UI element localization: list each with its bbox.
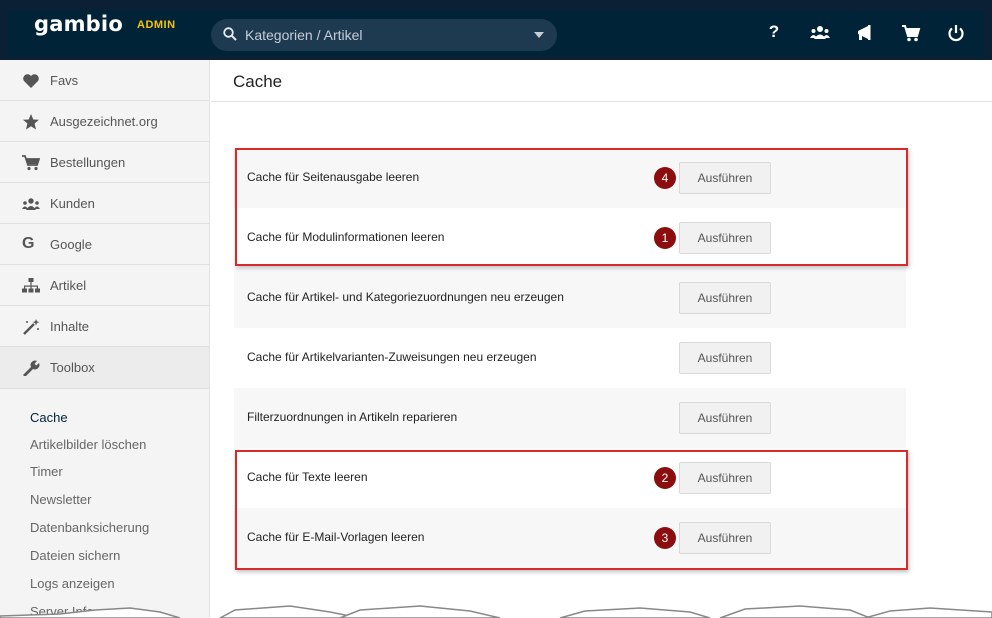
page-header: Cache bbox=[211, 60, 992, 102]
submenu-item-newsletter[interactable]: Newsletter bbox=[30, 492, 91, 507]
highlight-box bbox=[235, 148, 908, 266]
highlight-box bbox=[235, 450, 908, 570]
cache-row-label: Cache für Artikel- und Kategoriezuordnun… bbox=[247, 290, 564, 304]
cache-row: Cache für Artikel- und Kategoriezuordnun… bbox=[234, 268, 906, 328]
sidebar-item-label: Bestellungen bbox=[50, 155, 126, 170]
heart-icon bbox=[23, 74, 39, 88]
sidebar-item-bestellungen[interactable]: Bestellungen bbox=[0, 142, 209, 183]
megaphone-icon[interactable] bbox=[856, 24, 876, 42]
sidebar-item-label: Kunden bbox=[50, 196, 95, 211]
sidebar-item-label: Inhalte bbox=[50, 319, 90, 334]
cache-row-label: Cache für Artikelvarianten-Zuweisungen n… bbox=[247, 350, 537, 364]
google-icon: G bbox=[22, 235, 35, 252]
search-box[interactable] bbox=[211, 19, 557, 51]
sidebar-item-label: Artikel bbox=[50, 278, 87, 293]
help-icon[interactable]: ? bbox=[764, 22, 784, 41]
submenu-item-artikelbilder[interactable]: Artikelbilder löschen bbox=[30, 437, 146, 452]
sidebar-item-label: Toolbox bbox=[50, 360, 95, 375]
sidebar-item-artikel[interactable]: Artikel bbox=[0, 265, 209, 306]
sidebar-item-inhalte[interactable]: Inhalte bbox=[0, 306, 209, 347]
sidebar-item-favs[interactable]: Favs bbox=[0, 60, 209, 101]
run-button[interactable]: Ausführen bbox=[679, 402, 771, 434]
sidebar-item-kunden[interactable]: Kunden bbox=[0, 183, 209, 224]
cart-icon[interactable] bbox=[901, 24, 921, 42]
logo[interactable]: gambio bbox=[34, 12, 123, 36]
chevron-down-icon[interactable] bbox=[534, 32, 544, 38]
magic-wand-icon bbox=[23, 319, 40, 335]
submenu-item-dateien-sichern[interactable]: Dateien sichern bbox=[30, 548, 120, 563]
sidebar-item-label: Google bbox=[50, 237, 92, 252]
run-button[interactable]: Ausführen bbox=[679, 282, 771, 314]
cart-icon bbox=[22, 155, 40, 171]
sitemap-icon bbox=[22, 278, 40, 293]
cache-row: Filterzuordnungen in Artikeln reparieren… bbox=[234, 388, 906, 448]
sidebar: Favs Ausgezeichnet.org Bestellungen Kund… bbox=[0, 60, 210, 618]
sidebar-item-label: Ausgezeichnet.org bbox=[50, 114, 158, 129]
page-title: Cache bbox=[233, 72, 283, 91]
torn-edge bbox=[0, 605, 992, 618]
top-bar: gambio ADMIN ? bbox=[0, 0, 992, 60]
star-icon bbox=[23, 114, 39, 130]
cache-row: Cache für Artikelvarianten-Zuweisungen n… bbox=[234, 328, 906, 388]
search-input[interactable] bbox=[245, 19, 525, 51]
submenu-item-cache[interactable]: Cache bbox=[30, 410, 68, 425]
submenu-item-datenbanksicherung[interactable]: Datenbanksicherung bbox=[30, 520, 149, 535]
admin-badge: ADMIN bbox=[137, 19, 176, 31]
power-icon[interactable] bbox=[946, 24, 966, 42]
submenu-item-logs[interactable]: Logs anzeigen bbox=[30, 576, 115, 591]
sidebar-item-google[interactable]: G Google bbox=[0, 224, 209, 265]
sidebar-item-label: Favs bbox=[50, 73, 79, 88]
search-icon bbox=[223, 27, 237, 41]
sidebar-item-ausgezeichnet[interactable]: Ausgezeichnet.org bbox=[0, 101, 209, 142]
wrench-icon bbox=[23, 360, 40, 376]
users-icon[interactable] bbox=[810, 24, 830, 42]
run-button[interactable]: Ausführen bbox=[679, 342, 771, 374]
cache-row-label: Filterzuordnungen in Artikeln reparieren bbox=[247, 410, 458, 424]
users-icon bbox=[22, 198, 40, 210]
sidebar-item-toolbox[interactable]: Toolbox bbox=[0, 347, 209, 389]
submenu-item-timer[interactable]: Timer bbox=[30, 464, 63, 479]
